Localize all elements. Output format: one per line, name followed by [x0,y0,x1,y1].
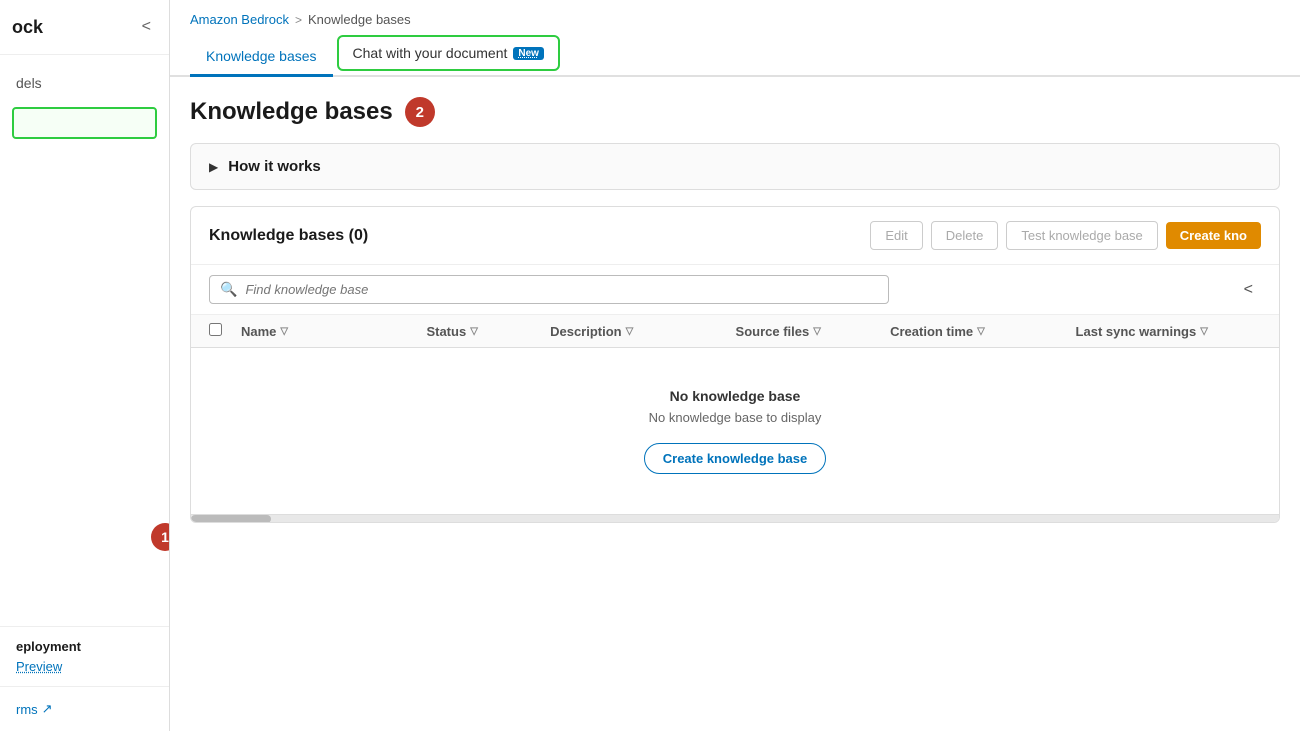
table-header-row: Name ▽ Status ▽ Description ▽ Source fil… [191,315,1279,348]
tab-new-badge: New [513,47,544,60]
how-it-works-panel[interactable]: ▶ How it works [190,143,1280,190]
empty-title: No knowledge base [211,388,1259,404]
tabs-bar: Knowledge bases Chat with your document … [170,35,1300,77]
search-row: 🔍 < [191,265,1279,315]
expand-arrow-icon: ▶ [209,160,218,174]
sort-icon-status: ▽ [470,326,478,337]
search-box[interactable]: 🔍 [209,275,889,304]
table-card-header: Knowledge bases (0) Edit Delete Test kno… [191,207,1279,265]
sidebar-green-highlight [12,107,157,139]
column-header-status: Status ▽ [426,324,550,339]
sidebar-deployment-label: eployment [16,639,153,654]
sort-icon-source-files: ▽ [813,326,821,337]
sidebar-footer-label: rms [16,702,38,717]
sidebar-footer[interactable]: rms ↗ [0,686,169,731]
empty-state: No knowledge base No knowledge base to d… [191,348,1279,514]
create-knowledge-base-button[interactable]: Create knowledge base [644,443,827,474]
badge-2: 2 [405,97,435,127]
table-card-actions: Edit Delete Test knowledge base Create k… [870,221,1261,250]
sidebar: ock < dels 1 eployment Preview rms ↗ [0,0,170,731]
sort-icon-description: ▽ [626,326,634,337]
column-header-creation-time: Creation time ▽ [890,324,1075,339]
delete-button[interactable]: Delete [931,221,999,250]
table-count: (0) [349,227,369,244]
scroll-thumb [191,515,271,523]
search-icon: 🔍 [220,281,237,298]
tab-chat-label: Chat with your document [353,45,508,61]
search-input[interactable] [245,282,878,297]
tab-knowledge-bases[interactable]: Knowledge bases [190,38,333,77]
sidebar-preview-link[interactable]: Preview [16,659,62,674]
page-title: Knowledge bases [190,98,393,126]
breadcrumb-separator: > [295,13,302,27]
breadcrumb-link-amazon-bedrock[interactable]: Amazon Bedrock [190,12,289,27]
edit-button[interactable]: Edit [870,221,922,250]
select-all-checkbox[interactable] [209,323,222,336]
tab-chat-with-document[interactable]: Chat with your document New [337,35,560,71]
sort-icon-creation-time: ▽ [977,326,985,337]
sidebar-item-models[interactable]: dels [0,67,169,99]
sidebar-header: ock < [0,0,169,55]
page-title-row: Knowledge bases 2 [190,97,1280,127]
sort-icon-last-sync: ▽ [1200,326,1208,337]
sidebar-title: ock [12,17,43,38]
create-knowledge-base-top-button[interactable]: Create kno [1166,222,1261,249]
table-card-title: Knowledge bases (0) [209,227,368,245]
column-header-name: Name ▽ [241,324,426,339]
main-content: Amazon Bedrock > Knowledge bases Knowled… [170,0,1300,731]
column-header-description: Description ▽ [550,324,735,339]
checkbox-column-header [209,323,233,339]
sidebar-nav: dels [0,55,169,626]
column-header-last-sync: Last sync warnings ▽ [1076,324,1261,339]
external-link-icon: ↗ [42,701,53,717]
sort-icon-name: ▽ [280,326,288,337]
knowledge-bases-table-card: Knowledge bases (0) Edit Delete Test kno… [190,206,1280,523]
test-knowledge-base-button[interactable]: Test knowledge base [1006,221,1157,250]
pagination-prev-button[interactable]: < [1236,277,1261,303]
horizontal-scrollbar[interactable] [191,514,1279,522]
page-content-area: Knowledge bases 2 ▶ How it works Knowled… [170,77,1300,731]
sidebar-deployment-section: eployment Preview [0,626,169,686]
empty-subtitle: No knowledge base to display [211,410,1259,425]
breadcrumb: Amazon Bedrock > Knowledge bases [170,0,1300,35]
column-header-source-files: Source files ▽ [736,324,891,339]
sidebar-collapse-button[interactable]: < [136,16,157,38]
breadcrumb-current: Knowledge bases [308,12,411,27]
how-it-works-label: How it works [228,158,321,175]
table-title-text: Knowledge bases [209,227,344,244]
